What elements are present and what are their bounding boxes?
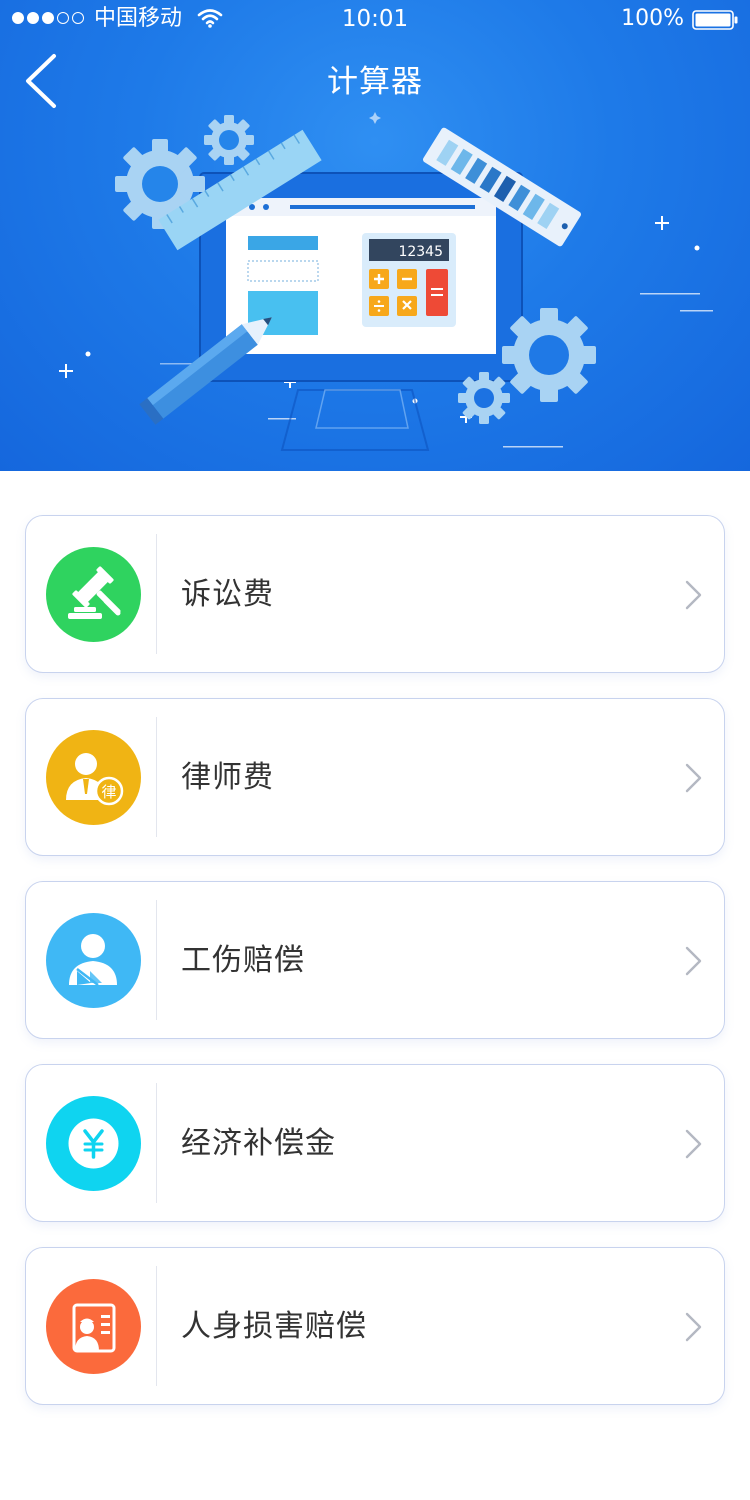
calculator-menu-list: 诉讼费 律 律师费 工伤赔偿 经济补偿金 人身损害赔偿 <box>25 515 725 1430</box>
yuan-coin-icon <box>46 1096 141 1191</box>
menu-item-work-injury-compensation[interactable]: 工伤赔偿 <box>25 881 725 1039</box>
chevron-right-icon <box>685 946 702 976</box>
lawyer-icon: 律 <box>46 730 141 825</box>
menu-item-economic-compensation[interactable]: 经济补偿金 <box>25 1064 725 1222</box>
menu-item-label: 人身损害赔偿 <box>181 1309 367 1344</box>
item-divider <box>156 717 157 837</box>
item-divider <box>156 1083 157 1203</box>
menu-item-litigation-fee[interactable]: 诉讼费 <box>25 515 725 673</box>
item-divider <box>156 534 157 654</box>
status-bar: 中国移动 10:01 100% <box>0 0 750 40</box>
chevron-right-icon <box>685 1129 702 1159</box>
menu-item-lawyer-fee[interactable]: 律 律师费 <box>25 698 725 856</box>
gavel-icon <box>46 547 141 642</box>
battery-percentage: 100% <box>621 6 684 31</box>
item-divider <box>156 1266 157 1386</box>
chevron-right-icon <box>685 763 702 793</box>
injured-person-icon <box>46 913 141 1008</box>
page-title: 计算器 <box>327 64 423 100</box>
chevron-right-icon <box>685 1312 702 1342</box>
battery-icon <box>692 10 738 30</box>
item-divider <box>156 900 157 1020</box>
menu-item-personal-injury-compensation[interactable]: 人身损害赔偿 <box>25 1247 725 1405</box>
svg-text:律: 律 <box>101 783 116 801</box>
menu-item-label: 诉讼费 <box>181 577 274 612</box>
personal-injury-document-icon <box>46 1279 141 1374</box>
calculator-illustration: 12345 <box>59 112 713 451</box>
chevron-right-icon <box>685 580 702 610</box>
header-banner: 中国移动 10:01 100% 计算器 12345 <box>0 0 750 471</box>
menu-item-label: 经济补偿金 <box>181 1126 336 1161</box>
menu-item-label: 工伤赔偿 <box>181 943 305 978</box>
menu-item-label: 律师费 <box>181 760 274 795</box>
svg-text:12345: 12345 <box>398 244 443 260</box>
